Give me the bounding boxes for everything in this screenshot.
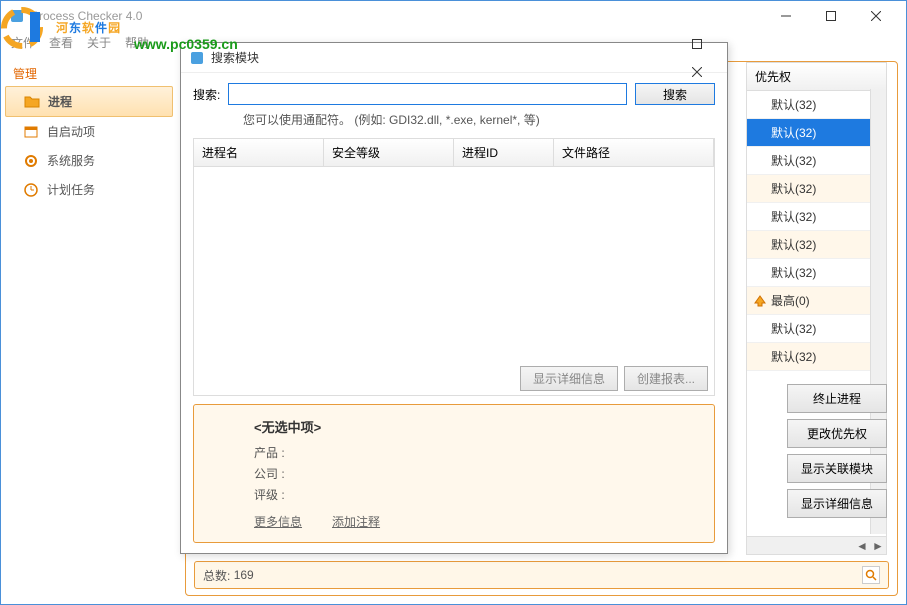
add-note-link[interactable]: 添加注释 [332,513,380,530]
search-label: 搜索: [193,86,220,103]
menu-file[interactable]: 文件 [11,34,35,51]
menu-view[interactable]: 查看 [49,34,73,51]
sidebar-item-process[interactable]: 进程 [5,86,173,117]
priority-row[interactable]: 默认(32) [747,343,886,371]
company-label: 公司 : [254,465,654,482]
window-controls [763,2,898,30]
priority-label: 默认(32) [771,320,816,337]
priority-row[interactable]: 默认(32) [747,175,886,203]
search-icon-button[interactable] [862,566,880,584]
col-pid[interactable]: 进程ID [454,139,554,166]
minimize-button[interactable] [763,2,808,30]
priority-label: 默认(32) [771,236,816,253]
show-detail-button[interactable]: 显示详细信息 [787,489,887,518]
priority-label: 默认(32) [771,348,816,365]
priority-row[interactable]: 最高(0) [747,287,886,315]
close-button[interactable] [853,2,898,30]
result-header: 进程名 安全等级 进程ID 文件路径 [194,139,714,167]
folder-icon [24,94,40,110]
show-modules-button[interactable]: 显示关联模块 [787,454,887,483]
change-priority-button[interactable]: 更改优先权 [787,419,887,448]
action-buttons: 终止进程 更改优先权 显示关联模块 显示详细信息 [787,384,887,518]
no-selection-label: <无选中项> [254,417,654,436]
more-info-link[interactable]: 更多信息 [254,513,302,530]
priority-row[interactable]: 默认(32) [747,259,886,287]
menu-help[interactable]: 帮助 [125,34,149,51]
terminate-button[interactable]: 终止进程 [787,384,887,413]
detail-links: 更多信息 添加注释 [254,513,654,530]
total-label: 总数: [203,567,230,584]
search-module-dialog: 搜索模块 搜索: 搜索 您可以使用通配符。 (例如: GDI32.dll, *.… [180,42,728,554]
priority-row[interactable]: 默认(32) [747,203,886,231]
priority-row[interactable]: 默认(32) [747,231,886,259]
dialog-icon [189,50,205,66]
sidebar-item-tasks[interactable]: 计划任务 [5,175,173,204]
menu-about[interactable]: 关于 [87,34,111,51]
create-report-button[interactable]: 创建报表... [624,366,708,391]
show-detail-dialog-button[interactable]: 显示详细信息 [520,366,618,391]
priority-row[interactable]: 默认(32) [747,147,886,175]
search-input[interactable] [228,83,627,105]
sidebar-item-label: 进程 [48,93,72,110]
priority-column-header[interactable]: 优先权 [747,63,886,91]
main-titlebar: Process Checker 4.0 [1,1,906,31]
search-row: 搜索: 搜索 [193,83,715,105]
sidebar-item-label: 系统服务 [47,152,95,169]
priority-label: 默认(32) [771,152,816,169]
sidebar-header: 管理 [5,61,173,86]
clock-icon [23,182,39,198]
priority-label: 默认(32) [771,96,816,113]
total-value: 169 [234,568,254,582]
priority-label: 默认(32) [771,264,816,281]
arrow-up-icon [753,294,767,308]
result-buttons: 显示详细信息 创建报表... [520,366,708,391]
priority-row[interactable]: 默认(32) [747,91,886,119]
detail-panel: <无选中项> 产品 : 公司 : 评级 : 更多信息 添加注释 [193,404,715,543]
scroll-left-icon[interactable]: ◄ [854,539,870,553]
gear-icon [23,153,39,169]
result-table: 进程名 安全等级 进程ID 文件路径 显示详细信息 创建报表... [193,138,715,396]
product-label: 产品 : [254,444,654,461]
dialog-title: 搜索模块 [211,49,674,66]
search-hint: 您可以使用通配符。 (例如: GDI32.dll, *.exe, kernel*… [243,111,715,128]
priority-label: 默认(32) [771,124,816,141]
priority-row[interactable]: 默认(32) [747,315,886,343]
horizontal-scrollbar[interactable]: ◄ ► [747,536,886,554]
scroll-right-icon[interactable]: ► [870,539,886,553]
search-button[interactable]: 搜索 [635,83,715,105]
priority-label: 最高(0) [771,292,810,309]
sidebar: 管理 进程 自启动项 系统服务 计划任务 [1,53,177,604]
rating-label: 评级 : [254,486,654,503]
sidebar-item-startup[interactable]: 自启动项 [5,117,173,146]
dialog-titlebar: 搜索模块 [181,43,727,73]
col-process-name[interactable]: 进程名 [194,139,324,166]
sidebar-item-label: 自启动项 [47,123,95,140]
priority-row[interactable]: 默认(32) [747,119,886,147]
app-icon [9,8,25,24]
sidebar-header-label: 管理 [13,65,37,82]
priority-label: 默认(32) [771,208,816,225]
sidebar-item-services[interactable]: 系统服务 [5,146,173,175]
result-body[interactable] [194,167,714,371]
dialog-maximize-button[interactable] [674,30,719,58]
col-path[interactable]: 文件路径 [554,139,714,166]
main-title: Process Checker 4.0 [31,9,763,23]
sidebar-item-label: 计划任务 [47,181,95,198]
priority-label: 默认(32) [771,180,816,197]
startup-icon [23,124,39,140]
col-security-level[interactable]: 安全等级 [324,139,454,166]
dialog-body: 搜索: 搜索 您可以使用通配符。 (例如: GDI32.dll, *.exe, … [181,73,727,553]
priority-header-label: 优先权 [755,68,791,85]
maximize-button[interactable] [808,2,853,30]
status-bar: 总数: 169 [194,561,889,589]
